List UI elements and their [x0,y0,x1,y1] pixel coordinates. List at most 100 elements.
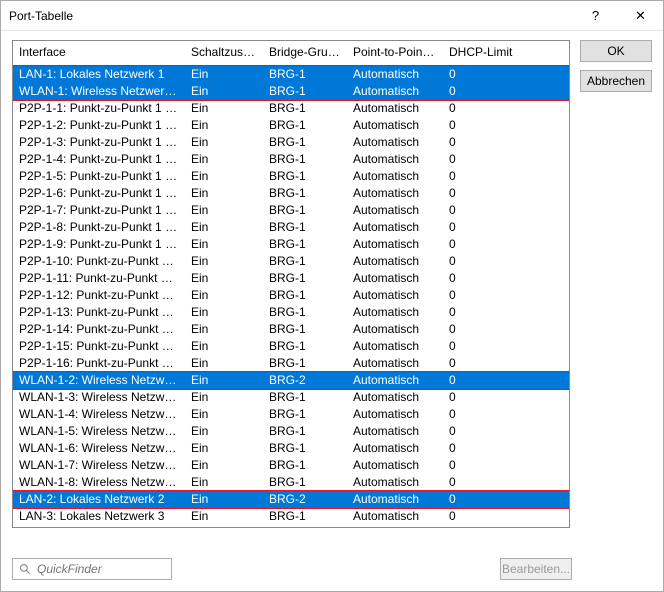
table-row[interactable]: P2P-1-8: Punkt-zu-Punkt 1 - 8EinBRG-1Aut… [13,219,569,236]
quickfinder-input[interactable] [35,561,165,577]
port-table: Interface Schaltzustand Bridge-Gruppe Po… [12,40,570,528]
col-header-dhcp-limit[interactable]: DHCP-Limit [443,41,569,66]
cell-iface: P2P-1-12: Punkt-zu-Punkt 1 - 12 [13,287,185,304]
cell-dhcp: 0 [443,474,569,491]
cell-p2p: Automatisch [347,304,443,321]
cell-iface: WLAN-1-6: Wireless Netzwerk 6 [13,440,185,457]
table-row[interactable]: WLAN-1-4: Wireless Netzwerk 4EinBRG-1Aut… [13,406,569,423]
cell-p2p: Automatisch [347,372,443,389]
cell-iface: P2P-1-4: Punkt-zu-Punkt 1 - 4 [13,151,185,168]
cell-p2p: Automatisch [347,338,443,355]
cell-sz: Ein [185,355,263,372]
table-row[interactable]: WLAN-1-8: Wireless Netzwerk 8EinBRG-1Aut… [13,474,569,491]
table-row[interactable]: P2P-1-12: Punkt-zu-Punkt 1 - 12EinBRG-1A… [13,287,569,304]
table-row[interactable]: WLAN-1-7: Wireless Netzwerk 7EinBRG-1Aut… [13,457,569,474]
table-row[interactable]: P2P-1-3: Punkt-zu-Punkt 1 - 3EinBRG-1Aut… [13,134,569,151]
table-row[interactable]: P2P-1-10: Punkt-zu-Punkt 1 - 10EinBRG-1A… [13,253,569,270]
cell-brg: BRG-1 [263,151,347,168]
col-header-interface[interactable]: Interface [13,41,185,66]
cancel-button[interactable]: Abbrechen [580,70,652,92]
table-row[interactable]: WLAN-1-3: Wireless Netzwerk 3EinBRG-1Aut… [13,389,569,406]
cell-brg: BRG-1 [263,423,347,440]
quickfinder-field[interactable] [12,558,172,580]
table-row[interactable]: LAN-2: Lokales Netzwerk 2EinBRG-2Automat… [13,491,569,508]
search-icon [19,563,31,575]
cell-sz: Ein [185,134,263,151]
cell-iface: LAN-1: Lokales Netzwerk 1 [13,66,185,84]
cell-dhcp: 0 [443,457,569,474]
cell-p2p: Automatisch [347,423,443,440]
help-button[interactable]: ? [573,1,618,30]
table-row[interactable]: P2P-1-14: Punkt-zu-Punkt 1 - 14EinBRG-1A… [13,321,569,338]
cell-dhcp: 0 [443,287,569,304]
cell-p2p: Automatisch [347,202,443,219]
cell-sz: Ein [185,168,263,185]
cell-p2p: Automatisch [347,508,443,525]
cell-sz: Ein [185,457,263,474]
cell-brg: BRG-1 [263,83,347,100]
table-row[interactable]: P2P-1-15: Punkt-zu-Punkt 1 - 15EinBRG-1A… [13,338,569,355]
cell-brg: BRG-1 [263,389,347,406]
col-header-schaltzustand[interactable]: Schaltzustand [185,41,263,66]
table-row[interactable]: WLAN-1-2: Wireless Netzwerk 2EinBRG-2Aut… [13,372,569,389]
cell-dhcp: 0 [443,151,569,168]
table-row[interactable]: P2P-1-16: Punkt-zu-Punkt 1 - 16EinBRG-1A… [13,355,569,372]
close-button[interactable]: ✕ [618,1,663,30]
cell-iface: P2P-1-2: Punkt-zu-Punkt 1 - 2 [13,117,185,134]
col-header-p2p-port[interactable]: Point-to-Point Port [347,41,443,66]
col-header-bridge-gruppe[interactable]: Bridge-Gruppe [263,41,347,66]
cell-sz: Ein [185,202,263,219]
table-row[interactable]: P2P-1-2: Punkt-zu-Punkt 1 - 2EinBRG-1Aut… [13,117,569,134]
cell-brg: BRG-1 [263,117,347,134]
table-row[interactable]: P2P-1-1: Punkt-zu-Punkt 1 - 1EinBRG-1Aut… [13,100,569,117]
cell-iface: LAN-4: Lokales Netzwerk 4 [13,525,185,527]
table-row[interactable]: WLAN-1: Wireless Netzwerk 1EinBRG-1Autom… [13,83,569,100]
cell-iface: P2P-1-9: Punkt-zu-Punkt 1 - 9 [13,236,185,253]
table-row[interactable]: WLAN-1-5: Wireless Netzwerk 5EinBRG-1Aut… [13,423,569,440]
cell-sz: Ein [185,185,263,202]
table-row[interactable]: P2P-1-11: Punkt-zu-Punkt 1 - 11EinBRG-1A… [13,270,569,287]
cell-iface: WLAN-1-5: Wireless Netzwerk 5 [13,423,185,440]
cell-iface: P2P-1-15: Punkt-zu-Punkt 1 - 15 [13,338,185,355]
cell-iface: P2P-1-1: Punkt-zu-Punkt 1 - 1 [13,100,185,117]
cell-iface: P2P-1-5: Punkt-zu-Punkt 1 - 5 [13,168,185,185]
cell-iface: P2P-1-13: Punkt-zu-Punkt 1 - 13 [13,304,185,321]
cell-dhcp: 0 [443,525,569,527]
cell-dhcp: 0 [443,270,569,287]
cell-p2p: Automatisch [347,389,443,406]
cell-sz: Ein [185,219,263,236]
cell-brg: BRG-1 [263,355,347,372]
cell-brg: BRG-2 [263,372,347,389]
table-row[interactable]: LAN-4: Lokales Netzwerk 4EinBRG-1Automat… [13,525,569,527]
ok-button[interactable]: OK [580,40,652,62]
cell-dhcp: 0 [443,406,569,423]
table-row[interactable]: P2P-1-9: Punkt-zu-Punkt 1 - 9EinBRG-1Aut… [13,236,569,253]
cell-p2p: Automatisch [347,66,443,84]
cell-brg: BRG-1 [263,219,347,236]
cell-dhcp: 0 [443,100,569,117]
cell-dhcp: 0 [443,491,569,508]
cell-p2p: Automatisch [347,321,443,338]
cell-brg: BRG-1 [263,508,347,525]
table-row[interactable]: P2P-1-6: Punkt-zu-Punkt 1 - 6EinBRG-1Aut… [13,185,569,202]
cell-dhcp: 0 [443,202,569,219]
cell-sz: Ein [185,508,263,525]
cell-dhcp: 0 [443,185,569,202]
table-row[interactable]: WLAN-1-6: Wireless Netzwerk 6EinBRG-1Aut… [13,440,569,457]
cell-dhcp: 0 [443,508,569,525]
cell-p2p: Automatisch [347,168,443,185]
table-row[interactable]: LAN-3: Lokales Netzwerk 3EinBRG-1Automat… [13,508,569,525]
cell-sz: Ein [185,389,263,406]
cell-iface: P2P-1-7: Punkt-zu-Punkt 1 - 7 [13,202,185,219]
table-row[interactable]: LAN-1: Lokales Netzwerk 1EinBRG-1Automat… [13,66,569,84]
cell-p2p: Automatisch [347,287,443,304]
cell-brg: BRG-2 [263,491,347,508]
edit-button[interactable]: Bearbeiten... [500,558,572,580]
cell-iface: WLAN-1-8: Wireless Netzwerk 8 [13,474,185,491]
cell-dhcp: 0 [443,253,569,270]
cell-dhcp: 0 [443,423,569,440]
table-row[interactable]: P2P-1-13: Punkt-zu-Punkt 1 - 13EinBRG-1A… [13,304,569,321]
table-row[interactable]: P2P-1-5: Punkt-zu-Punkt 1 - 5EinBRG-1Aut… [13,168,569,185]
table-row[interactable]: P2P-1-7: Punkt-zu-Punkt 1 - 7EinBRG-1Aut… [13,202,569,219]
table-row[interactable]: P2P-1-4: Punkt-zu-Punkt 1 - 4EinBRG-1Aut… [13,151,569,168]
